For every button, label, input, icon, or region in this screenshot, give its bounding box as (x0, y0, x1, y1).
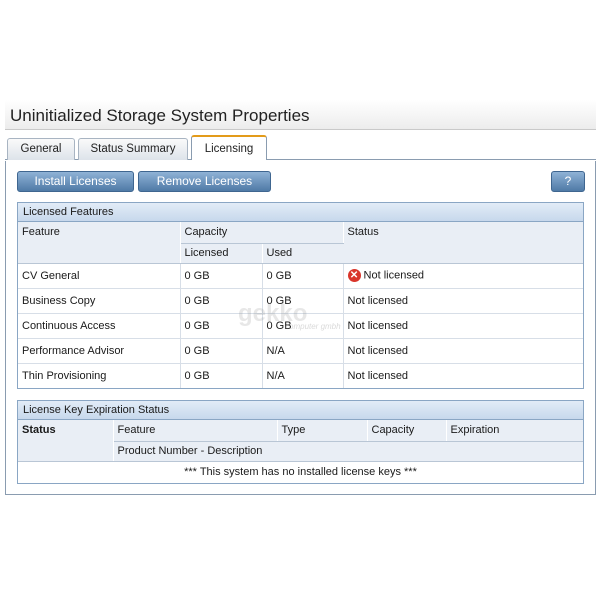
col-exp-feature-header[interactable]: Feature (113, 420, 278, 442)
table-row[interactable]: Performance Advisor 0 GB N/A Not license… (18, 338, 583, 364)
licensed-cell: 0 GB (180, 288, 263, 314)
col-exp-status-header[interactable]: Status (18, 420, 114, 462)
licensed-features-title: Licensed Features (18, 203, 583, 222)
licensing-tab-content: Install Licenses Remove Licenses ? Licen… (5, 161, 596, 495)
licensed-cell: 0 GB (180, 338, 263, 364)
col-exp-capacity-header[interactable]: Capacity (367, 420, 447, 442)
feature-cell: Thin Provisioning (18, 363, 181, 388)
licensed-features-section: Licensed Features Feature Capacity Statu… (17, 202, 584, 389)
tab-general[interactable]: General (7, 138, 75, 160)
feature-cell: Continuous Access (18, 313, 181, 339)
licensed-cell: 0 GB (180, 263, 263, 289)
status-text: Not licensed (363, 269, 425, 282)
properties-window: Uninitialized Storage System Properties … (5, 100, 596, 495)
col-feature-header[interactable]: Feature (18, 222, 181, 264)
used-cell: 0 GB (262, 288, 344, 314)
tab-licensing[interactable]: Licensing (191, 135, 267, 161)
licensed-features-table: Feature Capacity Status Licensed Used CV… (18, 222, 583, 388)
window-title: Uninitialized Storage System Properties (5, 100, 596, 130)
expiration-table: Status Feature Type Capacity Expiration … (18, 420, 583, 483)
status-cell: Not licensed (343, 313, 583, 339)
col-product-header[interactable]: Product Number - Description (113, 441, 583, 462)
used-cell: N/A (262, 338, 344, 364)
help-button[interactable]: ? (551, 171, 585, 192)
table-row[interactable]: Thin Provisioning 0 GB N/A Not licensed (18, 363, 583, 388)
status-cell: Not licensed (343, 338, 583, 364)
used-cell: 0 GB (262, 313, 344, 339)
expiration-title: License Key Expiration Status (18, 401, 583, 420)
tab-status-summary[interactable]: Status Summary (78, 138, 188, 160)
used-cell: 0 GB (262, 263, 344, 289)
licensed-cell: 0 GB (180, 313, 263, 339)
status-cell: Not licensed (347, 369, 409, 382)
tab-bar: General Status Summary Licensing (5, 130, 596, 161)
install-licenses-button[interactable]: Install Licenses (17, 171, 134, 192)
error-icon: ✕ (347, 269, 361, 282)
empty-message: *** This system has no installed license… (184, 466, 417, 479)
licensed-cell: 0 GB (180, 363, 263, 388)
expiration-section: License Key Expiration Status Status Fea… (17, 400, 584, 484)
feature-cell: Business Copy (18, 288, 181, 314)
table-row[interactable]: Continuous Access 0 GB 0 GB Not licensed (18, 313, 583, 339)
feature-cell: CV General (18, 263, 181, 289)
remove-licenses-button[interactable]: Remove Licenses (138, 171, 271, 192)
status-cell: ✕ Not licensed (343, 263, 583, 289)
used-cell: N/A (262, 363, 344, 388)
table-row[interactable]: Business Copy 0 GB 0 GB Not licensed (18, 288, 583, 314)
col-capacity-header: Capacity (180, 222, 344, 244)
col-exp-expiration-header[interactable]: Expiration (446, 420, 583, 442)
status-cell: Not licensed (343, 288, 583, 314)
col-status-header[interactable]: Status (343, 222, 583, 264)
table-row[interactable]: CV General 0 GB 0 GB ✕ Not licensed (18, 263, 583, 289)
feature-cell: Performance Advisor (18, 338, 181, 364)
col-exp-type-header[interactable]: Type (277, 420, 368, 442)
col-used-header[interactable]: Used (262, 243, 344, 264)
col-licensed-header[interactable]: Licensed (180, 243, 263, 264)
